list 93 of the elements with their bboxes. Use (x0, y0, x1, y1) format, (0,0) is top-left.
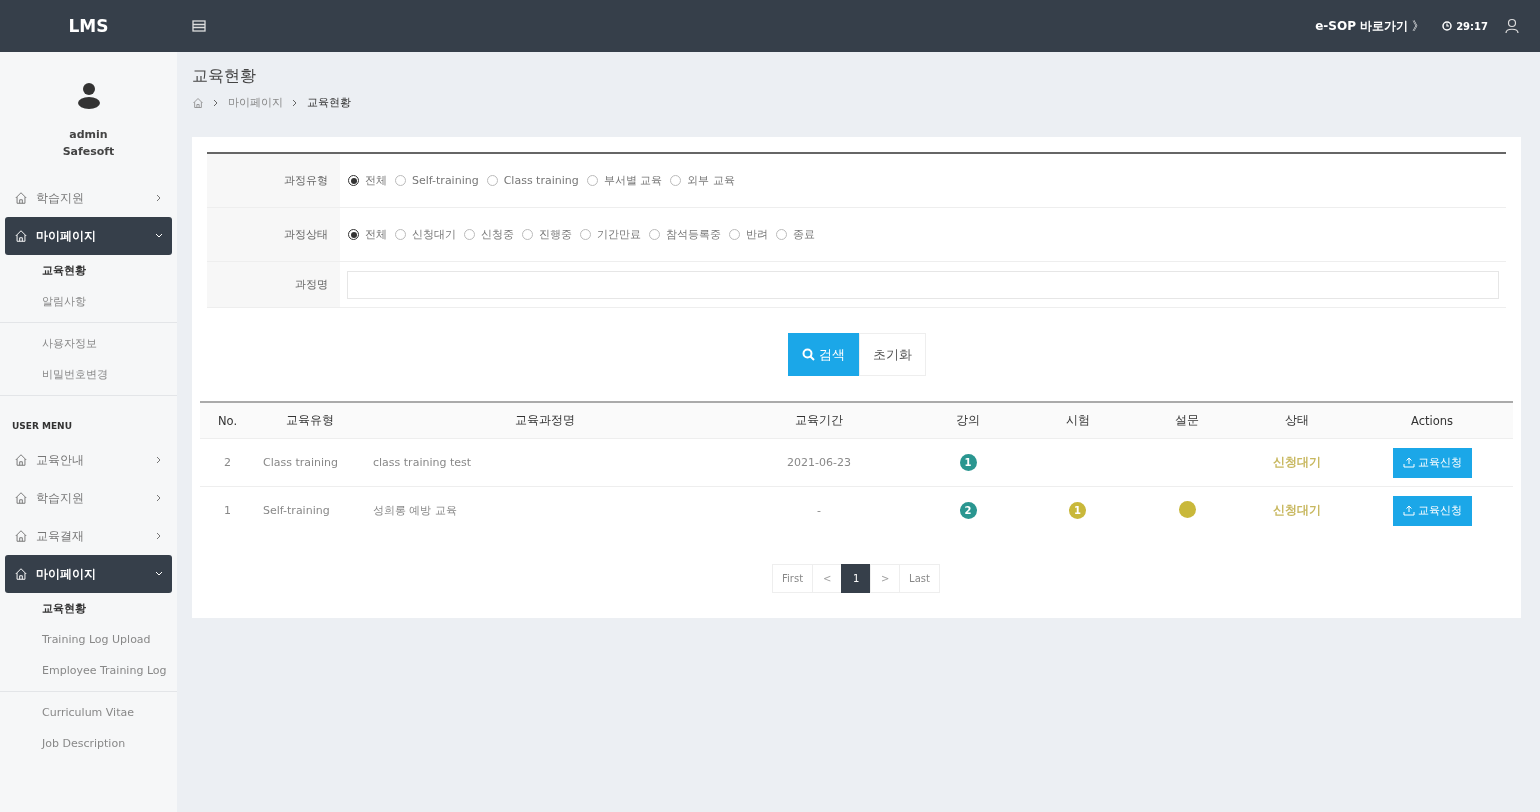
reset-button[interactable]: 초기화 (858, 333, 926, 376)
clock-icon (1442, 21, 1453, 31)
sidebar-menu-item[interactable]: 마이페이지 (5, 217, 172, 255)
column-header: 교육기간 (725, 402, 913, 439)
chevron-right-icon (212, 98, 220, 107)
sidebar-menu-item[interactable]: 마이페이지 (5, 555, 172, 593)
search-button[interactable]: 검색 (787, 333, 859, 376)
sidebar-menu-item[interactable]: 교육안내 (5, 441, 172, 479)
table-cell: 1 (200, 486, 255, 534)
radio-label[interactable]: 종료 (793, 227, 815, 242)
count-badge[interactable]: 2 (959, 502, 977, 519)
status-dot[interactable] (1178, 500, 1196, 518)
sidebar-menu-item[interactable]: 학습지원 (5, 479, 172, 517)
table-cell: 2 (200, 438, 255, 487)
column-header: Actions (1351, 402, 1513, 439)
home-icon[interactable] (192, 96, 204, 109)
column-header: 교육유형 (255, 402, 365, 439)
house-icon (14, 567, 28, 581)
chevron-down-icon (155, 231, 163, 240)
house-icon (14, 191, 28, 205)
radio-label[interactable]: 전체 (365, 173, 387, 188)
chevron-right-icon (155, 193, 163, 202)
user-avatar-icon (76, 82, 101, 110)
shortcut-link[interactable]: e-SOP 바로가기 (1315, 17, 1409, 35)
sidebar-menu-item[interactable]: 학습지원 (5, 179, 172, 217)
house-icon (14, 229, 28, 243)
filter-label: 과정유형 (207, 154, 340, 207)
radio-label[interactable]: 부서별 교육 (603, 173, 663, 188)
breadcrumb-item[interactable]: 교육현황 (307, 95, 351, 110)
upload-icon (1402, 505, 1415, 516)
table-cell: Self-training (255, 486, 365, 534)
house-icon (14, 491, 28, 505)
pagination-button[interactable]: 1 (841, 564, 872, 593)
status-text: 신청대기 (1272, 455, 1321, 469)
radio-label[interactable]: 외부 교육 (687, 173, 735, 188)
sidebar-subitem[interactable]: 사용자정보 (0, 328, 177, 359)
column-header: 교육과정명 (365, 402, 725, 439)
apply-button[interactable]: 교육신청 (1392, 495, 1472, 526)
radio-label[interactable]: Class training (503, 174, 579, 187)
radio-label[interactable]: 신청대기 (412, 227, 456, 242)
house-icon (14, 529, 28, 543)
house-icon (14, 453, 28, 467)
chevron-right-icon (155, 531, 163, 540)
sidebar-subitem[interactable]: 알림사항 (0, 286, 177, 317)
menu-heading: USER MENU (11, 420, 73, 433)
page-title: 교육현황 (192, 66, 257, 87)
app-logo[interactable]: LMS (0, 16, 177, 36)
column-header: 설문 (1132, 402, 1242, 439)
user-organization: Safesoft (62, 144, 115, 160)
sidebar-subitem[interactable]: Curriculum Vitae (0, 697, 177, 728)
sidebar-subitem[interactable]: Employee Training Log (0, 655, 177, 686)
sidebar-subitem[interactable]: Training Log Upload (0, 624, 177, 655)
chevron-down-icon (155, 569, 163, 578)
filter-label: 과정명 (207, 262, 340, 307)
pagination-button[interactable]: Last (899, 564, 940, 593)
apply-button[interactable]: 교육신청 (1392, 447, 1472, 478)
table-cell: - (725, 486, 913, 534)
sidebar-menu-item[interactable]: 교육결재 (5, 517, 172, 555)
sidebar-subitem[interactable]: Job Description (0, 728, 177, 759)
sidebar-subitem[interactable]: 비밀번호변경 (0, 359, 177, 390)
session-timer: 29:17 (1456, 20, 1488, 32)
pagination-button[interactable]: First (772, 564, 814, 593)
radio-label[interactable]: 반려 (746, 227, 768, 242)
upload-icon (1402, 457, 1415, 468)
column-header: 시험 (1023, 402, 1132, 439)
column-header: No. (200, 402, 255, 439)
table-cell: 2021-06-23 (725, 438, 913, 487)
double-chevron-glyph: 》 (1412, 17, 1425, 35)
user-icon[interactable] (1504, 18, 1520, 34)
count-badge[interactable]: 1 (959, 454, 977, 471)
chevron-right-icon (155, 493, 163, 502)
radio-label[interactable]: Self-training (412, 174, 479, 187)
search-icon (801, 348, 815, 361)
radio-label[interactable]: 전체 (365, 227, 387, 242)
status-text: 신청대기 (1272, 503, 1321, 517)
radio-label[interactable]: 신청중 (481, 227, 514, 242)
filter-label: 과정상태 (207, 208, 340, 261)
sidebar-subitem[interactable]: 교육현황 (0, 593, 177, 624)
chevron-right-icon (155, 455, 163, 464)
radio-label[interactable]: 기간만료 (597, 227, 641, 242)
column-header: 강의 (913, 402, 1023, 439)
chevron-right-icon (291, 98, 299, 107)
table-cell: class training test (365, 438, 725, 487)
column-header: 상태 (1242, 402, 1351, 439)
radio-label[interactable]: 진행중 (539, 227, 572, 242)
menu-icon[interactable] (192, 19, 206, 33)
course-name-field[interactable] (347, 270, 1499, 299)
sidebar-subitem[interactable]: 교육현황 (0, 255, 177, 286)
user-name: admin (69, 127, 108, 143)
table-cell: Class training (255, 438, 365, 487)
radio-label[interactable]: 참석등록중 (666, 227, 721, 242)
table-cell: 성희롱 예방 교육 (365, 486, 725, 534)
breadcrumb-item[interactable]: 마이페이지 (228, 95, 283, 110)
